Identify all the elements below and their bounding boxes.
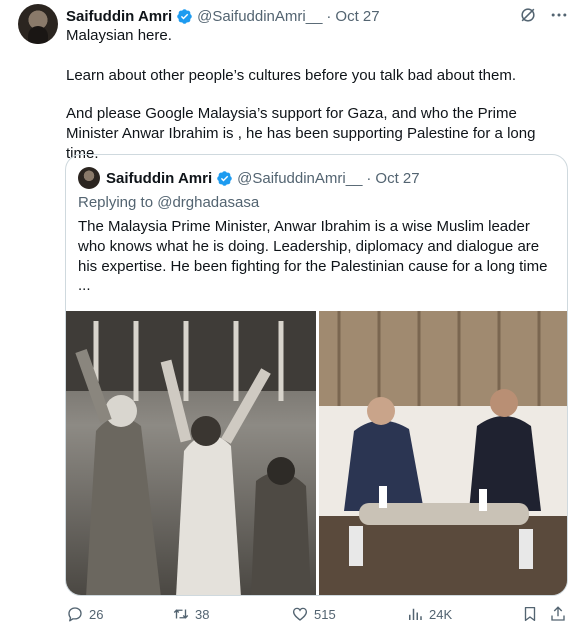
reply-button[interactable]: 26 (66, 604, 103, 624)
like-button[interactable]: 515 (291, 604, 336, 624)
separator: · (326, 7, 332, 25)
reply-count: 26 (89, 606, 104, 622)
replying-to[interactable]: Replying to @drghadasasa (78, 194, 259, 211)
tweet-text-line2: Learn about other people’s cultures befo… (66, 67, 517, 84)
action-bar: 26 38 515 24K (66, 604, 571, 624)
verified-badge-icon (217, 170, 232, 186)
like-count: 515 (314, 606, 336, 622)
quoted-author-name[interactable]: Saifuddin Amri (106, 170, 212, 187)
quoted-author-handle[interactable]: @SaifuddinAmri__ (237, 170, 362, 187)
photo-historic-rally[interactable] (66, 311, 316, 595)
retweet-icon (173, 609, 189, 619)
quoted-tweet[interactable]: Saifuddin Amri @SaifuddinAmri__ · Oct 27… (65, 154, 568, 596)
tweet-header: Saifuddin Amri @SaifuddinAmri__ · Oct 27 (66, 6, 380, 26)
share-button[interactable] (549, 604, 572, 624)
quoted-tweet-date[interactable]: Oct 27 (375, 170, 419, 187)
views-count: 24K (429, 606, 453, 622)
tweet-text-line1: Malaysian here. (66, 27, 172, 44)
more-icon[interactable] (548, 5, 570, 25)
heart-icon (292, 607, 308, 621)
quoted-author-avatar[interactable] (78, 167, 100, 189)
author-name[interactable]: Saifuddin Amri (66, 8, 172, 25)
share-icon (551, 606, 565, 621)
quoted-tweet-ellipsis: ... (78, 277, 91, 294)
author-handle[interactable]: @SaifuddinAmri__ (197, 8, 322, 25)
separator: · (366, 169, 372, 187)
quoted-tweet-header: Saifuddin Amri @SaifuddinAmri__ · Oct 27 (106, 168, 420, 188)
photo-meeting[interactable] (319, 311, 567, 595)
retweet-button[interactable]: 38 (172, 604, 209, 624)
reply-icon (68, 607, 82, 622)
tweet-card[interactable]: Saifuddin Amri @SaifuddinAmri__ · Oct 27… (0, 0, 580, 632)
bookmark-button[interactable] (521, 604, 544, 624)
views-button[interactable]: 24K (406, 604, 452, 624)
retweet-count: 38 (195, 606, 210, 622)
verified-badge-icon (177, 8, 192, 24)
grok-icon[interactable] (518, 5, 538, 25)
author-avatar[interactable] (18, 4, 58, 44)
tweet-date[interactable]: Oct 27 (335, 8, 379, 25)
views-icon (409, 608, 422, 620)
quoted-tweet-text: The Malaysia Prime Minister, Anwar Ibrah… (78, 218, 548, 275)
bookmark-icon (524, 606, 536, 622)
